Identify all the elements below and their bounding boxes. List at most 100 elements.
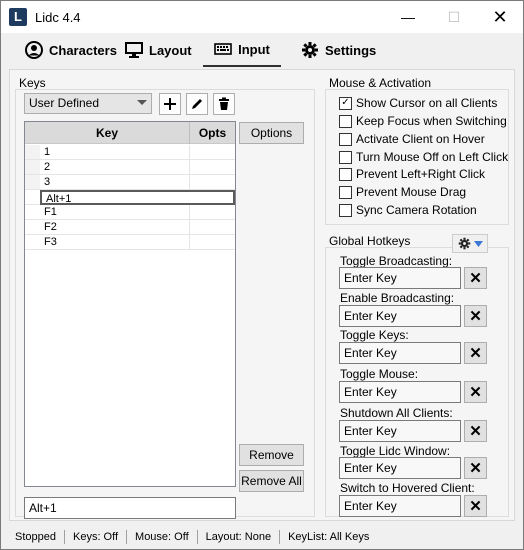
checkbox-label: Show Cursor on all Clients bbox=[356, 96, 498, 110]
options-button[interactable]: Options bbox=[239, 122, 304, 144]
key-list[interactable]: Key Opts 1 2 3 Alt+1 F1 F2 F3 bbox=[24, 121, 236, 487]
delete-key-button[interactable] bbox=[213, 93, 235, 115]
tab-bar: Characters Layout Input Settings bbox=[1, 33, 523, 67]
edit-key-button[interactable] bbox=[186, 93, 208, 115]
row-gutter bbox=[25, 160, 40, 175]
clear-hotkey-button[interactable]: ✕ bbox=[464, 495, 487, 517]
table-row[interactable]: 3 bbox=[25, 175, 235, 190]
profile-select[interactable]: User Defined bbox=[24, 93, 152, 114]
monitor-icon bbox=[125, 42, 143, 58]
close-icon: ✕ bbox=[469, 498, 482, 515]
checkbox-label: Turn Mouse Off on Left Click bbox=[356, 150, 509, 164]
opts-cell[interactable] bbox=[190, 205, 235, 220]
hotkey-label: Shutdown All Clients: bbox=[340, 406, 453, 420]
title-bar[interactable]: L Lidc 4.4 — ☐ ✕ bbox=[1, 1, 523, 33]
checkbox-label: Keep Focus when Switching bbox=[356, 114, 507, 128]
status-state: Stopped bbox=[15, 531, 56, 543]
hotkey-input-switch-hovered[interactable]: Enter Key bbox=[339, 495, 461, 517]
checkbox-unchecked-icon bbox=[339, 150, 352, 164]
checkbox-activate-on-hover[interactable]: Activate Client on Hover bbox=[339, 132, 485, 146]
row-gutter bbox=[25, 220, 40, 235]
key-cell: 3 bbox=[40, 175, 190, 190]
plus-icon bbox=[164, 98, 176, 110]
opts-cell[interactable] bbox=[190, 160, 235, 175]
clear-hotkey-button[interactable]: ✕ bbox=[464, 381, 487, 403]
key-input-value: Alt+1 bbox=[29, 501, 57, 515]
checkbox-prevent-mouse-drag[interactable]: Prevent Mouse Drag bbox=[339, 185, 466, 199]
checkbox-show-cursor[interactable]: ✓ Show Cursor on all Clients bbox=[339, 96, 497, 110]
close-button[interactable]: ✕ bbox=[477, 1, 523, 33]
key-list-header: Key Opts bbox=[25, 122, 235, 144]
table-row[interactable]: F1 bbox=[25, 205, 235, 220]
keyboard-icon bbox=[214, 43, 232, 55]
table-row[interactable]: F3 bbox=[25, 235, 235, 250]
hotkey-input-toggle-window[interactable]: Enter Key bbox=[339, 457, 461, 479]
hotkey-label: Toggle Mouse: bbox=[340, 367, 419, 381]
key-cell: Alt+1 bbox=[40, 190, 235, 205]
checkbox-keep-focus[interactable]: Keep Focus when Switching bbox=[339, 114, 507, 128]
hotkey-label: Enable Broadcasting: bbox=[340, 291, 455, 305]
checkbox-mouse-off-left-click[interactable]: Turn Mouse Off on Left Click bbox=[339, 150, 508, 164]
checkbox-label: Prevent Mouse Drag bbox=[356, 185, 467, 199]
row-gutter bbox=[25, 175, 40, 190]
checkbox-sync-camera[interactable]: Sync Camera Rotation bbox=[339, 203, 477, 217]
clear-hotkey-button[interactable]: ✕ bbox=[464, 342, 487, 364]
checkbox-unchecked-icon bbox=[339, 167, 352, 181]
clear-hotkey-button[interactable]: ✕ bbox=[464, 420, 487, 442]
close-icon: ✕ bbox=[469, 270, 482, 287]
tab-label: Characters bbox=[49, 42, 117, 58]
table-row[interactable]: 2 bbox=[25, 160, 235, 175]
tab-input[interactable]: Input bbox=[203, 33, 281, 67]
keys-group-label: Keys bbox=[19, 76, 46, 90]
checkbox-prevent-left-right-click[interactable]: Prevent Left+Right Click bbox=[339, 167, 485, 181]
chevron-down-icon bbox=[137, 100, 147, 105]
tab-characters[interactable]: Characters bbox=[25, 33, 117, 67]
mouse-group-label: Mouse & Activation bbox=[329, 76, 432, 90]
checkbox-label: Activate Client on Hover bbox=[356, 132, 485, 146]
checkbox-label: Prevent Left+Right Click bbox=[356, 167, 486, 181]
hotkey-input-toggle-broadcasting[interactable]: Enter Key bbox=[339, 267, 461, 289]
hotkey-label: Switch to Hovered Client: bbox=[340, 481, 475, 495]
hotkey-label: Toggle Keys: bbox=[340, 328, 409, 342]
window-title: Lidc 4.4 bbox=[35, 10, 81, 25]
checkbox-unchecked-icon bbox=[339, 203, 352, 217]
opts-cell[interactable] bbox=[190, 235, 235, 250]
clear-hotkey-button[interactable]: ✕ bbox=[464, 457, 487, 479]
tab-settings[interactable]: Settings bbox=[301, 33, 376, 67]
remove-all-button[interactable]: Remove All bbox=[239, 470, 304, 492]
close-icon: ✕ bbox=[469, 345, 482, 362]
table-row[interactable]: Alt+1 bbox=[25, 190, 235, 205]
add-key-button[interactable] bbox=[159, 93, 181, 115]
hotkeys-group-label: Global Hotkeys bbox=[329, 234, 411, 248]
hotkey-input-enable-broadcasting[interactable]: Enter Key bbox=[339, 305, 461, 327]
minimize-button[interactable]: — bbox=[385, 1, 431, 33]
column-header-opts[interactable]: Opts bbox=[190, 122, 235, 144]
hotkey-label: Toggle Broadcasting: bbox=[340, 254, 453, 268]
tab-label: Layout bbox=[149, 42, 192, 58]
app-window: L Lidc 4.4 — ☐ ✕ Characters Layout Input… bbox=[0, 0, 524, 550]
table-row[interactable]: 1 bbox=[25, 145, 235, 160]
user-circle-icon bbox=[25, 41, 43, 59]
checkbox-checked-icon: ✓ bbox=[339, 96, 352, 110]
opts-cell[interactable] bbox=[190, 145, 235, 160]
clear-hotkey-button[interactable]: ✕ bbox=[464, 267, 487, 289]
key-cell: F1 bbox=[40, 205, 190, 220]
key-input[interactable]: Alt+1 bbox=[24, 497, 236, 519]
status-bar: Stopped Keys: Off Mouse: Off Layout: Non… bbox=[1, 525, 523, 549]
hotkey-label: Toggle Lidc Window: bbox=[340, 444, 451, 458]
opts-cell[interactable] bbox=[190, 220, 235, 235]
opts-cell[interactable] bbox=[190, 175, 235, 190]
checkbox-unchecked-icon bbox=[339, 114, 352, 128]
hotkey-input-shutdown-all[interactable]: Enter Key bbox=[339, 420, 461, 442]
remove-button[interactable]: Remove bbox=[239, 444, 304, 466]
column-header-key[interactable]: Key bbox=[25, 122, 190, 144]
hotkey-input-toggle-keys[interactable]: Enter Key bbox=[339, 342, 461, 364]
clear-hotkey-button[interactable]: ✕ bbox=[464, 305, 487, 327]
table-row[interactable]: F2 bbox=[25, 220, 235, 235]
maximize-button[interactable]: ☐ bbox=[431, 1, 477, 33]
hotkey-input-toggle-mouse[interactable]: Enter Key bbox=[339, 381, 461, 403]
chevron-down-icon bbox=[473, 240, 483, 247]
hotkeys-settings-dropdown[interactable] bbox=[452, 234, 488, 253]
row-gutter bbox=[25, 190, 40, 205]
tab-layout[interactable]: Layout bbox=[125, 33, 192, 67]
